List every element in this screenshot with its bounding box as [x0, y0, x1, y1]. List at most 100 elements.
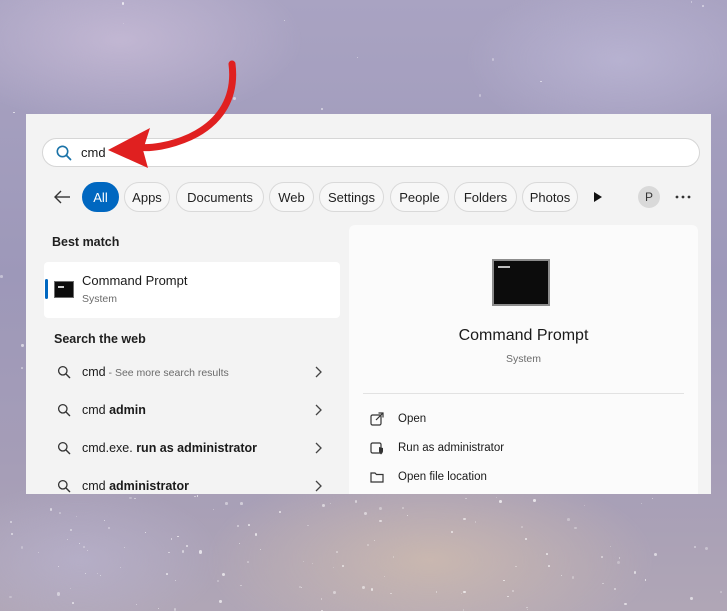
- sparkle: [361, 586, 365, 590]
- sparkle: [59, 512, 61, 514]
- sparkle: [79, 543, 81, 544]
- web-result-row[interactable]: cmd administrator: [44, 469, 340, 494]
- sparkle: [217, 579, 220, 582]
- tab-all[interactable]: All: [82, 182, 119, 212]
- action-label: Run as administrator: [398, 442, 505, 454]
- sparkle: [321, 107, 324, 110]
- sparkle: [719, 591, 722, 594]
- action-open[interactable]: Open: [369, 408, 669, 430]
- best-match-title: Command Prompt: [82, 273, 188, 288]
- sparkle: [545, 553, 548, 556]
- web-result-row[interactable]: cmd - See more search results: [44, 355, 340, 389]
- sparkle: [460, 592, 462, 594]
- sparkle: [333, 590, 337, 594]
- sparkle: [333, 566, 335, 568]
- divider: [363, 393, 684, 394]
- action-run-as-administrator[interactable]: Run as administrator: [369, 437, 669, 459]
- tab-folders[interactable]: Folders: [454, 182, 517, 212]
- sparkle: [336, 551, 338, 553]
- sparkle: [121, 1, 125, 5]
- sparkle: [583, 504, 585, 507]
- sparkle: [193, 495, 196, 498]
- sparkle: [247, 561, 249, 563]
- sparkle: [694, 545, 697, 548]
- sparkle: [499, 500, 502, 503]
- sparkle: [511, 589, 514, 592]
- sparkle: [119, 567, 121, 569]
- more-filters-play-icon[interactable]: [592, 190, 604, 204]
- sparkle: [107, 526, 110, 529]
- web-result-row[interactable]: cmd.exe. run as administrator: [44, 431, 340, 465]
- sparkle: [279, 511, 282, 514]
- web-result-text: cmd admin: [82, 403, 146, 417]
- sparkle: [379, 506, 382, 510]
- sparkle: [616, 561, 620, 565]
- search-icon: [57, 479, 71, 493]
- web-result-text: cmd.exe. run as administrator: [82, 441, 258, 455]
- sparkle: [354, 500, 358, 504]
- sparkle: [614, 588, 617, 590]
- filter-bar: All Apps Documents Web Settings People F…: [26, 180, 711, 212]
- sparkle: [86, 549, 88, 551]
- sparkle: [357, 56, 358, 58]
- search-icon: [57, 441, 71, 455]
- sparkle: [705, 546, 709, 550]
- more-options-button[interactable]: [674, 188, 692, 206]
- sparkle: [83, 546, 86, 548]
- sparkle: [402, 507, 405, 509]
- tab-web[interactable]: Web: [269, 182, 314, 212]
- sparkle: [129, 496, 132, 500]
- sparkle: [690, 1, 693, 3]
- sparkle: [533, 498, 537, 502]
- sparkle: [342, 564, 344, 567]
- sparkle: [320, 598, 323, 600]
- best-match-heading: Best match: [52, 235, 120, 249]
- search-icon: [57, 403, 71, 417]
- tab-photos[interactable]: Photos: [522, 182, 578, 212]
- sparkle: [10, 532, 13, 535]
- sparkle: [465, 497, 468, 500]
- sparkle: [177, 535, 179, 538]
- sparkle: [57, 592, 61, 596]
- sparkle: [463, 591, 466, 594]
- back-button[interactable]: [52, 188, 72, 206]
- sparkle: [322, 504, 326, 508]
- avatar[interactable]: P: [638, 186, 660, 208]
- sparkle: [690, 597, 693, 600]
- sparkle: [526, 606, 528, 609]
- web-result-text: cmd - See more search results: [82, 365, 229, 379]
- action-label: Open file location: [398, 471, 487, 483]
- sparkle: [157, 607, 159, 609]
- sparkle: [633, 571, 637, 574]
- sparkle: [561, 575, 563, 577]
- best-match-command-prompt[interactable]: Command Prompt System: [44, 262, 340, 318]
- tab-apps[interactable]: Apps: [124, 182, 170, 212]
- sparkle: [392, 556, 395, 559]
- sparkle: [653, 552, 657, 556]
- sparkle: [463, 609, 465, 611]
- sparkle: [600, 556, 603, 559]
- sparkle: [379, 519, 382, 523]
- search-bar[interactable]: [42, 138, 700, 167]
- sparkle: [312, 562, 314, 564]
- sparkle: [181, 550, 184, 553]
- sparkle: [225, 502, 228, 505]
- sparkle: [463, 517, 466, 521]
- search-web-heading: Search the web: [54, 332, 146, 346]
- sparkle: [85, 573, 87, 575]
- tab-documents[interactable]: Documents: [176, 182, 264, 212]
- sparkle: [540, 80, 542, 82]
- action-open-file-location[interactable]: Open file location: [369, 466, 669, 488]
- sparkle: [240, 502, 243, 505]
- sparkle: [173, 608, 176, 611]
- sparkle: [233, 97, 237, 101]
- sparkle: [373, 540, 376, 542]
- sparkle: [450, 531, 453, 533]
- search-input[interactable]: [81, 142, 641, 163]
- web-result-row[interactable]: cmd admin: [44, 393, 340, 427]
- sparkle: [66, 539, 68, 541]
- tab-people[interactable]: People: [390, 182, 449, 212]
- tab-settings[interactable]: Settings: [319, 182, 384, 212]
- web-result-text: cmd administrator: [82, 479, 189, 493]
- sparkle: [298, 585, 302, 588]
